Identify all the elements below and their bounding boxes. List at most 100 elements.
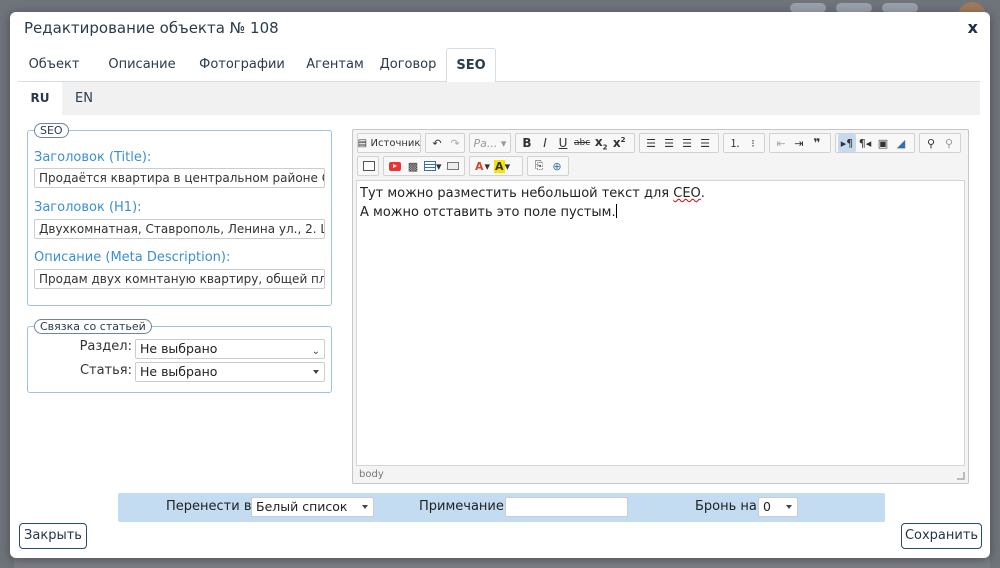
booking-select[interactable]: 0 bbox=[758, 497, 798, 517]
note-input[interactable] bbox=[505, 497, 628, 517]
move-to-select[interactable]: Белый список bbox=[251, 497, 374, 517]
undo-icon[interactable]: ↶ bbox=[428, 134, 446, 152]
blockquote-icon[interactable]: ❞ bbox=[808, 134, 826, 152]
subscript-icon[interactable]: x2 bbox=[592, 134, 610, 152]
bullet-list-icon[interactable]: ⁝ bbox=[744, 134, 762, 152]
tab-contract[interactable]: Договор bbox=[374, 48, 442, 82]
outdent-icon[interactable]: ⇤ bbox=[772, 134, 790, 152]
dialog-title: Редактирование объекта № 108 bbox=[24, 19, 279, 37]
caret-down-icon bbox=[362, 505, 368, 509]
line-icon bbox=[446, 162, 459, 170]
background-topbar bbox=[0, 0, 1000, 13]
edit-object-dialog: Редактирование объекта № 108 x Объект Оп… bbox=[10, 12, 990, 558]
source-icon: ▤ bbox=[357, 137, 368, 149]
redo-icon[interactable]: ↷ bbox=[446, 134, 464, 152]
tab-photos[interactable]: Фотографии bbox=[192, 48, 292, 82]
move-to-label: Перенести в: bbox=[166, 499, 256, 514]
spellcheck-icon[interactable]: ⊕ bbox=[548, 157, 566, 175]
rich-text-editor: ▤ Источник ↶ ↷ Ра... ▾ B I U abc x2 x2 ☰… bbox=[352, 129, 969, 484]
tab-object[interactable]: Объект bbox=[18, 48, 90, 82]
main-tabs: Объект Описание Фотографии Агентам Догов… bbox=[18, 48, 980, 83]
seo-description-label: Описание (Meta Description): bbox=[34, 250, 231, 265]
seo-title-input[interactable]: Продаётся квартира в центральном районе … bbox=[34, 168, 325, 188]
rtl-icon[interactable]: ¶◂ bbox=[856, 134, 874, 152]
align-center-icon[interactable]: ☰ bbox=[660, 134, 678, 152]
source-button[interactable]: ▤ Источник bbox=[357, 134, 421, 152]
seo-h1-input[interactable]: Двухкомнатная, Ставрополь, Ленина ул., 2… bbox=[34, 219, 325, 239]
editor-status-path: body bbox=[359, 469, 384, 480]
underline-icon[interactable]: U bbox=[554, 134, 572, 152]
seo-legend: SEO bbox=[34, 123, 69, 138]
replace-icon[interactable]: ⚲ bbox=[940, 134, 958, 152]
source-label: Источник bbox=[370, 137, 421, 149]
toolbar-group-tools: ⎘ ⊕ bbox=[527, 156, 569, 176]
caret-down-icon bbox=[313, 370, 319, 374]
editor-content[interactable]: Тут можно разместить небольшой текст для… bbox=[356, 180, 965, 466]
toolbar-group-direction: ▸¶ ¶◂ ▣ ◢ bbox=[835, 133, 915, 153]
editor-line-1: Тут можно разместить небольшой текст для… bbox=[360, 184, 961, 203]
editor-line-2: А можно отставить это поле пустым. bbox=[360, 203, 961, 222]
article-select[interactable]: Не выбрано bbox=[135, 362, 325, 382]
toolbar-group-find: ⚲ ⚲ bbox=[919, 133, 961, 153]
strike-icon[interactable]: abc bbox=[572, 134, 592, 152]
table-icon[interactable]: ▾ bbox=[422, 157, 444, 175]
tab-lang-ru[interactable]: RU bbox=[18, 82, 62, 115]
format-label: Ра... bbox=[473, 136, 498, 150]
paste-text-icon[interactable]: ⎘ bbox=[530, 157, 548, 175]
article-link-fieldset: Связка со статьей Раздел: Не выбрано ⌄ С… bbox=[27, 319, 332, 393]
iframe-icon[interactable]: ▣ bbox=[874, 134, 892, 152]
bottom-bar: Перенести в: Белый список Примечание: Бр… bbox=[118, 493, 885, 522]
note-label: Примечание: bbox=[419, 499, 509, 514]
toolbar-group-basic: B I U abc x2 x2 bbox=[515, 133, 635, 153]
section-label: Раздел: bbox=[79, 339, 132, 354]
toolbar-group-source: ▤ Источник bbox=[357, 133, 421, 153]
indent-icon[interactable]: ⇥ bbox=[790, 134, 808, 152]
resize-grip-icon[interactable] bbox=[957, 472, 965, 480]
text-cursor bbox=[615, 204, 617, 218]
article-link-legend: Связка со статьей bbox=[34, 319, 152, 334]
move-to-value: Белый список bbox=[256, 499, 348, 514]
align-left-icon[interactable]: ☰ bbox=[642, 134, 660, 152]
toolbar-group-indent: ⇤ ⇥ ❞ bbox=[769, 133, 831, 153]
text-color-glyph: A bbox=[475, 159, 484, 173]
youtube-icon[interactable] bbox=[386, 157, 404, 175]
seo-fieldset: SEO Заголовок (Title): Продаётся квартир… bbox=[27, 123, 332, 306]
tab-lang-en[interactable]: EN bbox=[62, 82, 106, 115]
image-icon[interactable]: ▩ bbox=[404, 157, 422, 175]
editor-line-2-text: А можно отставить это поле пустым. bbox=[360, 205, 616, 220]
close-button[interactable]: Закрыть bbox=[19, 523, 87, 549]
horizontal-line-icon[interactable] bbox=[444, 157, 462, 175]
align-justify-icon[interactable]: ☰ bbox=[696, 134, 714, 152]
editor-line-1-tail: . bbox=[700, 186, 705, 201]
seo-title-label: Заголовок (Title): bbox=[34, 150, 152, 165]
tab-seo[interactable]: SEO bbox=[446, 48, 496, 83]
ltr-icon[interactable]: ▸¶ bbox=[838, 134, 856, 152]
editor-toolbar-row-2: ▩ ▾ A ▾ A ▾ ⎘ ⊕ bbox=[357, 156, 964, 176]
tab-description[interactable]: Описание bbox=[96, 48, 188, 82]
toolbar-group-colors: A ▾ A ▾ bbox=[469, 156, 523, 176]
section-select[interactable]: Не выбрано ⌄ bbox=[135, 339, 325, 359]
bg-color-icon[interactable]: A ▾ bbox=[492, 157, 512, 175]
bold-icon[interactable]: B bbox=[518, 134, 536, 152]
italic-icon[interactable]: I bbox=[536, 134, 554, 152]
numbered-list-icon[interactable]: ⒈ bbox=[726, 134, 744, 152]
eraser-icon[interactable]: ◢ bbox=[892, 134, 910, 152]
superscript-icon[interactable]: x2 bbox=[610, 134, 628, 152]
save-button[interactable]: Сохранить bbox=[901, 523, 982, 549]
seo-description-input[interactable]: Продам двух комнтаную квартиру, общей пл… bbox=[34, 269, 325, 289]
close-icon[interactable]: x bbox=[968, 18, 978, 37]
booking-value: 0 bbox=[763, 499, 771, 514]
language-tabs: RU EN bbox=[18, 82, 980, 115]
toolbar-group-insert: ▩ ▾ bbox=[383, 156, 465, 176]
seo-h1-label: Заголовок (H1): bbox=[34, 200, 142, 215]
editor-line-1-text: Тут можно разместить небольшой текст для bbox=[360, 186, 674, 201]
toolbar-group-history: ↶ ↷ bbox=[425, 133, 465, 153]
find-icon[interactable]: ⚲ bbox=[922, 134, 940, 152]
text-color-icon[interactable]: A ▾ bbox=[472, 157, 492, 175]
align-right-icon[interactable]: ☰ bbox=[678, 134, 696, 152]
format-dropdown[interactable]: Ра... ▾ bbox=[472, 134, 508, 152]
video-icon bbox=[389, 161, 401, 171]
tab-agents[interactable]: Агентам bbox=[296, 48, 374, 82]
new-page-icon[interactable] bbox=[360, 157, 378, 175]
toolbar-group-format: Ра... ▾ bbox=[469, 133, 511, 153]
